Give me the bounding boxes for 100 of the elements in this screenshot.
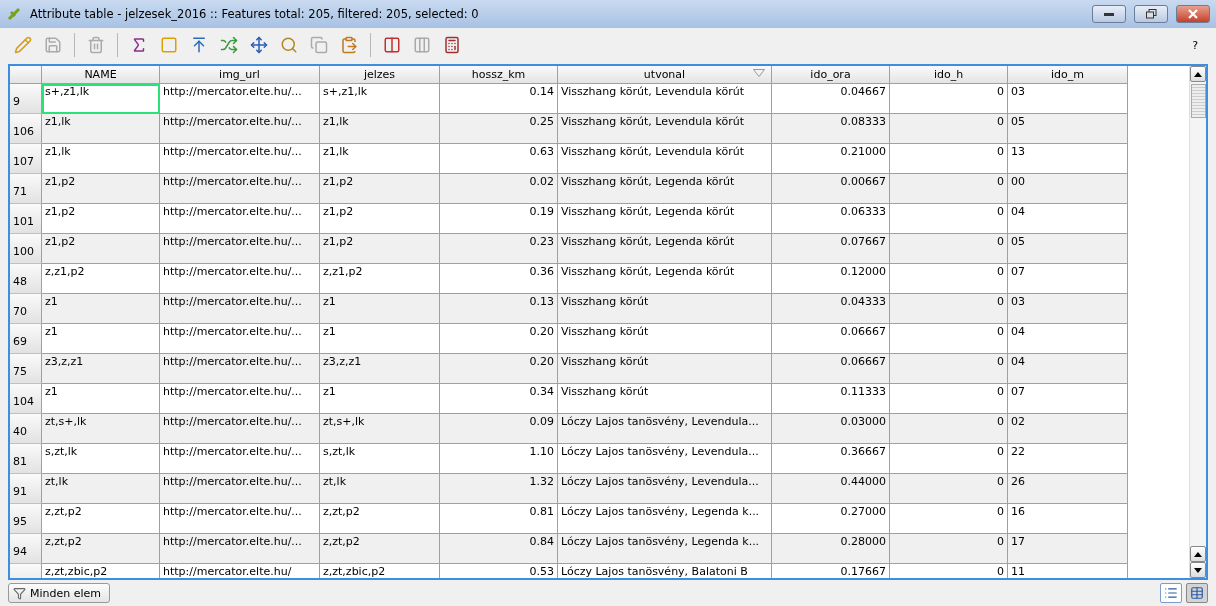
scroll-down-button[interactable] (1190, 562, 1206, 578)
table-cell: z1,p2 (42, 204, 160, 234)
table-cell: z1,p2 (320, 174, 440, 204)
table-cell: Lóczy Lajos tanösvény, Levendula... (558, 414, 772, 444)
help-button[interactable]: ? (1192, 38, 1198, 52)
table-cell: http://mercator.elte.hu/... (160, 384, 320, 414)
move-top-icon (190, 36, 208, 54)
table-cell: http://mercator.elte.hu/... (160, 474, 320, 504)
table-cell: 13 (1008, 144, 1128, 174)
table-cell: http://mercator.elte.hu/... (160, 84, 320, 114)
filter-button[interactable]: Minden elem (8, 583, 111, 603)
column-header[interactable]: jelzes (320, 66, 440, 84)
sort-indicator-icon (753, 69, 765, 77)
table-cell: 0 (890, 354, 1008, 384)
table-cell: 0 (890, 174, 1008, 204)
corner-header (10, 66, 42, 84)
table-cell: 0.20 (440, 324, 558, 354)
table-cell: 0 (890, 144, 1008, 174)
table-cell: zt,s+,lk (320, 414, 440, 444)
scrollbar[interactable] (1189, 66, 1206, 578)
table-cell: 0 (890, 114, 1008, 144)
table-cell: 0.36667 (772, 444, 890, 474)
table-cell: z,zt,p2 (42, 534, 160, 564)
down-arrow-icon (1194, 567, 1202, 573)
table-cell: 0.11333 (772, 384, 890, 414)
table-cell: 0.34 (440, 384, 558, 414)
table-cell: z1,p2 (320, 204, 440, 234)
row-header[interactable]: 95 (10, 504, 42, 534)
table-cell: http://mercator.elte.hu/... (160, 324, 320, 354)
column-header[interactable]: img_url (160, 66, 320, 84)
scroll-thumb[interactable] (1191, 84, 1206, 118)
table-icon (1190, 586, 1204, 600)
table-cell: http://mercator.elte.hu/... (160, 294, 320, 324)
row-header[interactable]: 106 (10, 114, 42, 144)
row-header[interactable]: 94 (10, 534, 42, 564)
restore-button[interactable] (1134, 5, 1168, 23)
row-header[interactable]: 104 (10, 384, 42, 414)
row-header[interactable]: 107 (10, 144, 42, 174)
table-cell: 22 (1008, 444, 1128, 474)
minimize-button[interactable] (1092, 5, 1126, 23)
trash-icon (87, 36, 105, 54)
scroll-up-button[interactable] (1190, 546, 1206, 562)
table-cell: zt,lk (42, 474, 160, 504)
table-cell: 0 (890, 234, 1008, 264)
row-header[interactable]: 70 (10, 294, 42, 324)
table-cell: 0.07667 (772, 234, 890, 264)
row-header[interactable]: 100 (10, 234, 42, 264)
table-cell: Visszhang körút, Legenda körút (558, 264, 772, 294)
delete-column-icon (383, 36, 401, 54)
filter-icon (13, 586, 26, 600)
row-header[interactable]: 91 (10, 474, 42, 504)
row-header[interactable]: 81 (10, 444, 42, 474)
scroll-up-button[interactable] (1190, 66, 1206, 82)
up-arrow-icon (1194, 71, 1202, 77)
row-header[interactable]: 40 (10, 414, 42, 444)
table-cell: 0.36 (440, 264, 558, 294)
column-header[interactable]: ido_ora (772, 66, 890, 84)
table-cell: http://mercator.elte.hu/... (160, 504, 320, 534)
table-cell: 0.00667 (772, 174, 890, 204)
table-cell: 0 (890, 384, 1008, 414)
table-cell: z3,z,z1 (320, 354, 440, 384)
table-cell: 0 (890, 414, 1008, 444)
row-header[interactable]: 75 (10, 354, 42, 384)
table-cell: 0.04333 (772, 294, 890, 324)
table-cell: z1,p2 (42, 174, 160, 204)
table-cell: 0.81 (440, 504, 558, 534)
table-cell: z1,lk (320, 144, 440, 174)
table-cell: Lóczy Lajos tanösvény, Legenda k... (558, 504, 772, 534)
table-cell: z1 (320, 294, 440, 324)
table-cell: z1 (320, 324, 440, 354)
close-button[interactable] (1176, 5, 1210, 23)
table-cell: 03 (1008, 84, 1128, 114)
column-header[interactable]: hossz_km (440, 66, 558, 84)
column-header[interactable]: utvonal (558, 66, 772, 84)
table-cell: 04 (1008, 354, 1128, 384)
table-cell: Lóczy Lajos tanösvény, Levendula... (558, 444, 772, 474)
column-header[interactable]: NAME (42, 66, 160, 84)
table-cell: 0.06333 (772, 204, 890, 234)
row-header[interactable]: 69 (10, 324, 42, 354)
column-header[interactable]: ido_h (890, 66, 1008, 84)
table-cell: z1 (42, 384, 160, 414)
list-icon (1164, 586, 1178, 600)
table-cell: 0.23 (440, 234, 558, 264)
table-cell: 0 (890, 84, 1008, 114)
row-header[interactable]: 48 (10, 264, 42, 294)
table-cell: 0.14 (440, 84, 558, 114)
invert-selection-icon (220, 36, 238, 54)
row-header[interactable]: 101 (10, 204, 42, 234)
table-cell: 0.13 (440, 294, 558, 324)
table-cell: 0 (890, 264, 1008, 294)
row-header[interactable]: 9 (10, 84, 42, 114)
column-header[interactable]: ido_m (1008, 66, 1128, 84)
pencil-icon (14, 36, 32, 54)
table-cell: z,zt,p2 (320, 534, 440, 564)
form-view-button[interactable] (1160, 583, 1182, 603)
table-view-button[interactable] (1186, 583, 1208, 603)
table-cell: 26 (1008, 474, 1128, 504)
row-header[interactable]: 71 (10, 174, 42, 204)
table-cell: 0 (890, 204, 1008, 234)
table-cell: z1,lk (320, 114, 440, 144)
